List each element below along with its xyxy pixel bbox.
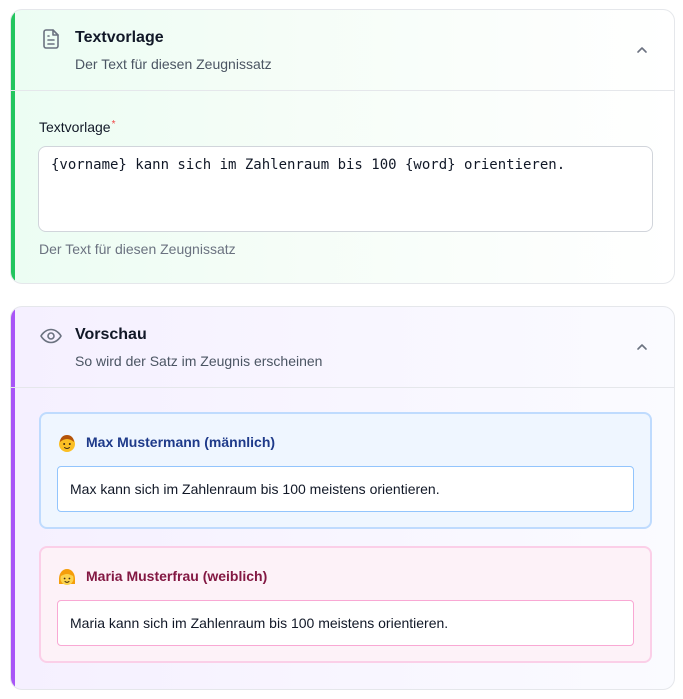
preview-female-name: Maria Musterfrau (weiblich) bbox=[86, 568, 268, 584]
template-help-text: Der Text für diesen Zeugnissatz bbox=[39, 241, 236, 257]
chevron-up-icon bbox=[637, 344, 647, 350]
preview-card-subtitle: So wird der Satz im Zeugnis erscheinen bbox=[75, 353, 323, 369]
preview-card: Vorschau So wird der Satz im Zeugnis ers… bbox=[10, 306, 675, 690]
template-card-subtitle: Der Text für diesen Zeugnissatz bbox=[75, 56, 272, 72]
required-marker: * bbox=[111, 119, 116, 130]
preview-male-name: Max Mustermann (männlich) bbox=[86, 434, 276, 450]
preview-male-box: Max Mustermann (männlich) Max kann sich … bbox=[39, 412, 652, 529]
eye-icon bbox=[39, 324, 63, 348]
preview-card-header[interactable]: Vorschau So wird der Satz im Zeugnis ers… bbox=[11, 307, 674, 388]
document-icon bbox=[39, 27, 63, 51]
template-field-label: Textvorlage* bbox=[39, 119, 116, 135]
preview-female-text: Maria kann sich im Zahlenraum bis 100 me… bbox=[57, 600, 634, 646]
preview-female-box: Maria Musterfrau (weiblich) Maria kann s… bbox=[39, 546, 652, 663]
preview-male-text: Max kann sich im Zahlenraum bis 100 meis… bbox=[57, 466, 634, 512]
template-card-title: Textvorlage bbox=[75, 29, 164, 46]
chevron-up-icon bbox=[637, 47, 647, 53]
girl-emoji-icon bbox=[57, 567, 77, 587]
template-card-header[interactable]: Textvorlage Der Text für diesen Zeugniss… bbox=[11, 10, 674, 91]
template-card: Textvorlage Der Text für diesen Zeugniss… bbox=[10, 9, 675, 284]
boy-emoji-icon bbox=[57, 433, 77, 453]
template-textarea[interactable] bbox=[38, 146, 653, 232]
preview-card-title: Vorschau bbox=[75, 326, 147, 343]
collapse-template-button[interactable] bbox=[632, 40, 652, 60]
collapse-preview-button[interactable] bbox=[632, 337, 652, 357]
